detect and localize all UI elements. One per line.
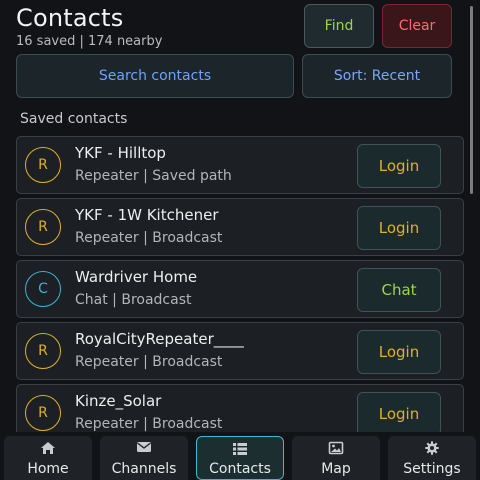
- contact-card[interactable]: R YKF - Hilltop Repeater | Saved path Lo…: [16, 136, 464, 194]
- contact-action-button[interactable]: Login: [357, 206, 441, 250]
- contact-list: R YKF - Hilltop Repeater | Saved path Lo…: [16, 136, 464, 446]
- nav-label: Map: [321, 461, 351, 477]
- nav-tab-map[interactable]: Map: [292, 436, 380, 480]
- contact-name: YKF - 1W Kitchener: [75, 206, 219, 224]
- nav-tab-channels[interactable]: Channels: [100, 436, 188, 480]
- find-button[interactable]: Find: [304, 4, 374, 48]
- avatar: R: [25, 209, 61, 245]
- contact-card[interactable]: C Wardriver Home Chat | Broadcast Chat: [16, 260, 464, 318]
- contact-name: Kinze_Solar: [75, 392, 162, 410]
- contact-action-button[interactable]: Login: [357, 144, 441, 188]
- contact-action-button[interactable]: Login: [357, 392, 441, 436]
- nav-tab-home[interactable]: Home: [4, 436, 92, 480]
- avatar: R: [25, 147, 61, 183]
- section-title: Saved contacts: [20, 111, 128, 127]
- envelope-icon: [100, 441, 188, 455]
- nav-label: Channels: [111, 461, 177, 477]
- contact-action-button[interactable]: Login: [357, 330, 441, 374]
- contact-meta: Repeater | Saved path: [75, 168, 232, 184]
- contact-name: Wardriver Home: [75, 268, 198, 286]
- nav-label: Settings: [403, 461, 461, 477]
- scrollbar[interactable]: [470, 6, 473, 194]
- contact-name: YKF - Hilltop: [75, 144, 166, 162]
- bottom-nav: Home Channels Contacts Map Settings: [0, 432, 480, 480]
- sort-button[interactable]: Sort: Recent: [302, 54, 452, 98]
- page-title: Contacts: [16, 4, 124, 32]
- avatar: R: [25, 333, 61, 369]
- nav-tab-settings[interactable]: Settings: [388, 436, 476, 480]
- contact-meta: Repeater | Broadcast: [75, 354, 223, 370]
- contact-action-button[interactable]: Chat: [357, 268, 441, 312]
- home-icon: [4, 441, 92, 455]
- contact-meta: Repeater | Broadcast: [75, 230, 223, 246]
- contact-card[interactable]: R YKF - 1W Kitchener Repeater | Broadcas…: [16, 198, 464, 256]
- avatar: R: [25, 395, 61, 431]
- image-icon: [292, 441, 380, 455]
- contact-meta: Chat | Broadcast: [75, 292, 192, 308]
- contact-meta: Repeater | Broadcast: [75, 416, 223, 432]
- contact-name: RoyalCityRepeater____: [75, 330, 244, 348]
- contact-counts: 16 saved | 174 nearby: [16, 34, 163, 49]
- gear-icon: [388, 441, 476, 455]
- clear-button[interactable]: Clear: [382, 4, 452, 48]
- contact-card[interactable]: R RoyalCityRepeater____ Repeater | Broad…: [16, 322, 464, 380]
- nav-label: Home: [27, 461, 69, 477]
- nav-tab-contacts[interactable]: Contacts: [196, 436, 284, 480]
- search-contacts-button[interactable]: Search contacts: [16, 54, 294, 98]
- nav-label: Contacts: [209, 461, 271, 477]
- list-icon: [197, 442, 283, 456]
- avatar: C: [25, 271, 61, 307]
